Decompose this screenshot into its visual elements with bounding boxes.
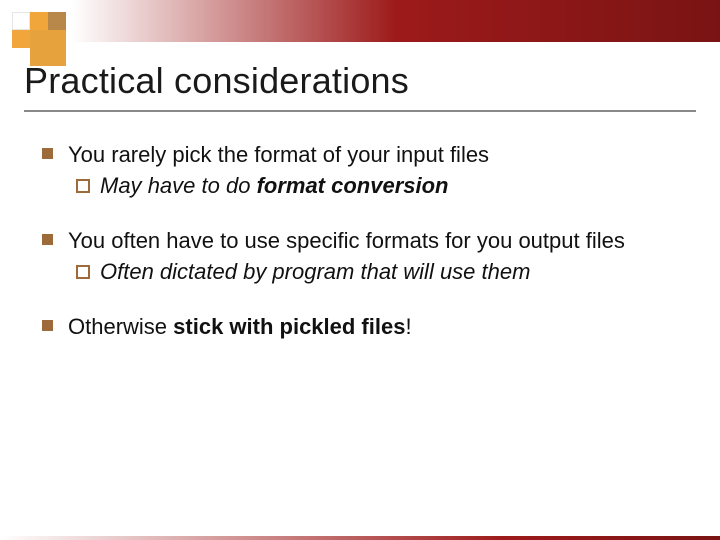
sub-text-bold: format conversion [257,173,449,198]
sub-text-rest: dictated by program that will use them [160,259,531,284]
bullet-list: You rarely pick the format of your input… [24,140,696,341]
sub-text-lead: May [100,173,148,198]
header-accent [0,0,720,42]
sub-text-mid: have to do [148,173,257,198]
slide-body: Practical considerations You rarely pick… [24,60,696,520]
bullet-text: You rarely pick the format of your input… [68,142,489,167]
sub-list: May have to do format conversion [68,171,696,200]
sub-text-lead: Often [100,259,160,284]
slide-title: Practical considerations [24,60,696,112]
bullet-text: You often have to use specific formats f… [68,228,625,253]
bullet-text-lead: Otherwise [68,314,173,339]
bullet-text-bold: stick with pickled files [173,314,405,339]
footer-accent [0,536,720,540]
bullet-item: You often have to use specific formats f… [42,226,696,286]
bullet-item: Otherwise stick with pickled files! [42,312,696,341]
sub-list: Often dictated by program that will use … [68,257,696,286]
sub-item: Often dictated by program that will use … [76,257,696,286]
sub-item: May have to do format conversion [76,171,696,200]
logo-icon [12,12,66,66]
bullet-item: You rarely pick the format of your input… [42,140,696,200]
bullet-text-tail: ! [405,314,411,339]
